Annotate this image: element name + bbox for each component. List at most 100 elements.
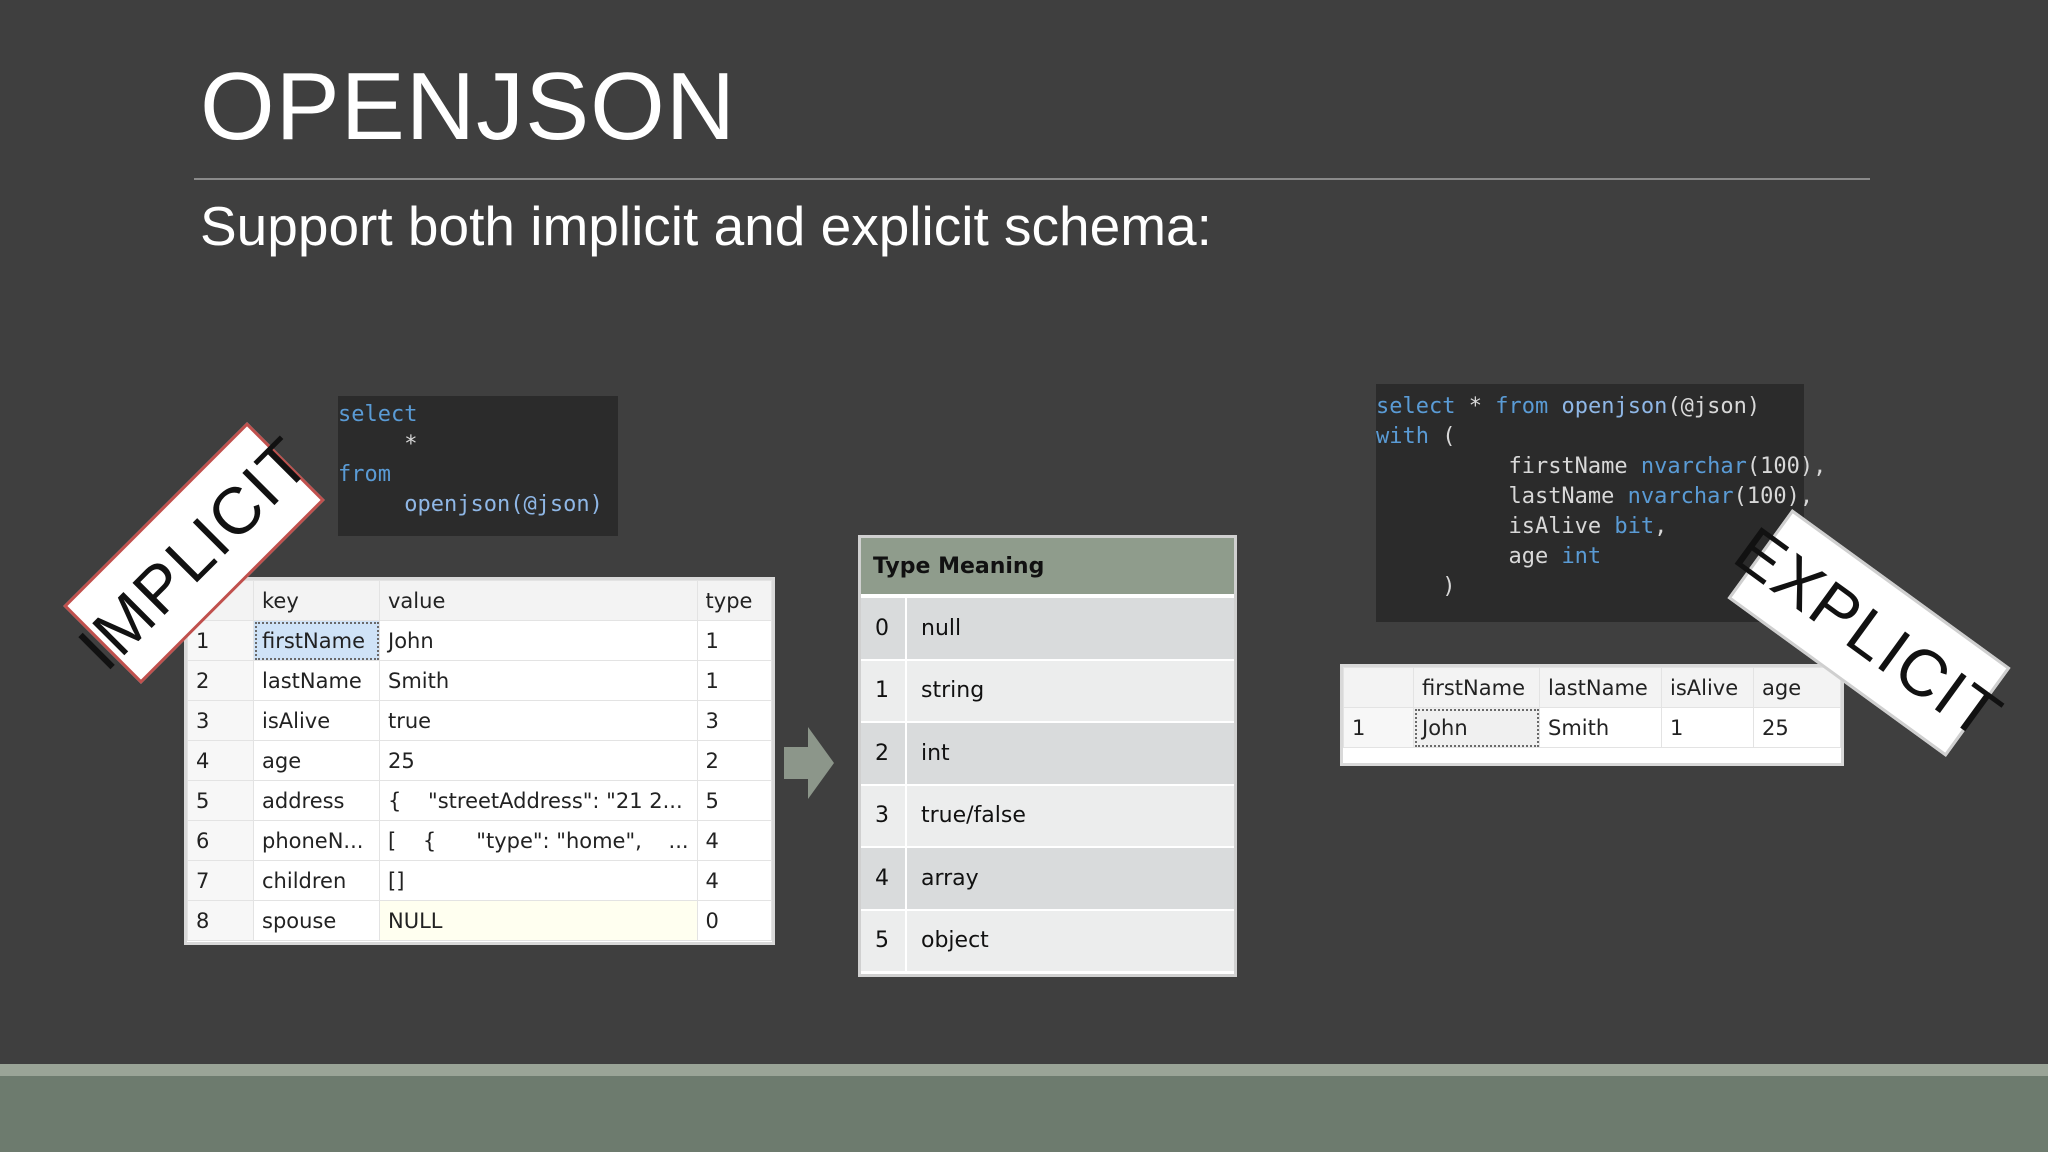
cell-value[interactable]: [ { "type": "home", ... bbox=[379, 820, 698, 861]
table-row[interactable]: 5 address { "streetAddress": "21 2... 5 bbox=[187, 780, 773, 821]
cell-key[interactable]: phoneN... bbox=[253, 820, 380, 861]
table-row[interactable]: 2 lastName Smith 1 bbox=[187, 660, 773, 701]
cell-age[interactable]: 25 bbox=[1753, 707, 1841, 748]
cell-value[interactable]: NULL bbox=[379, 900, 698, 941]
code-column-name: age bbox=[1508, 544, 1562, 569]
cell-firstname[interactable]: John bbox=[1413, 707, 1540, 748]
cell-type[interactable]: 5 bbox=[696, 780, 773, 821]
table-row[interactable]: 4 age 25 2 bbox=[187, 740, 773, 781]
explicit-results-grid[interactable]: firstName lastName isAlive age 1 John Sm… bbox=[1340, 664, 1844, 766]
type-meaning-header: Type Meaning bbox=[861, 538, 1234, 598]
grid-header-isalive[interactable]: isAlive bbox=[1661, 667, 1754, 708]
grid-header-firstname[interactable]: firstName bbox=[1413, 667, 1540, 708]
row-number[interactable]: 2 bbox=[187, 660, 254, 701]
grid-header-type[interactable]: type bbox=[696, 580, 773, 621]
cell-value[interactable]: John bbox=[379, 620, 698, 661]
type-meaning: string bbox=[921, 678, 985, 704]
cell-type[interactable]: 1 bbox=[696, 660, 773, 701]
grid-header-age[interactable]: age bbox=[1753, 667, 1841, 708]
type-row: 3 true/false bbox=[861, 785, 1234, 848]
cell-value[interactable]: 25 bbox=[379, 740, 698, 781]
type-meaning: object bbox=[921, 928, 989, 954]
cell-key[interactable]: lastName bbox=[253, 660, 380, 701]
row-number[interactable]: 5 bbox=[187, 780, 254, 821]
cell-key[interactable]: isAlive bbox=[253, 700, 380, 741]
type-meaning: int bbox=[921, 740, 950, 766]
type-code: 1 bbox=[861, 660, 907, 721]
cell-value[interactable]: { "streetAddress": "21 2... bbox=[379, 780, 698, 821]
cell-lastname[interactable]: Smith bbox=[1539, 707, 1662, 748]
title-divider bbox=[194, 178, 1870, 180]
code-column-type: nvarchar bbox=[1627, 484, 1734, 509]
code-column-rest: (100), bbox=[1733, 484, 1814, 509]
slide-title: OPENJSON bbox=[200, 53, 737, 160]
code-star: * bbox=[1455, 394, 1496, 419]
cell-type[interactable]: 3 bbox=[696, 700, 773, 741]
code-keyword-select: select bbox=[338, 402, 418, 427]
type-code: 2 bbox=[861, 723, 907, 784]
code-keyword-from: from bbox=[1495, 394, 1549, 419]
grid-header-key[interactable]: key bbox=[253, 580, 380, 621]
footer-bar bbox=[0, 1076, 2048, 1152]
cell-value[interactable]: true bbox=[379, 700, 698, 741]
cell-key[interactable]: firstName bbox=[253, 620, 380, 661]
type-code: 4 bbox=[861, 848, 907, 909]
code-column-name: firstName bbox=[1508, 454, 1641, 479]
cell-type[interactable]: 2 bbox=[696, 740, 773, 781]
cell-type[interactable]: 4 bbox=[696, 860, 773, 901]
code-function-openjson: openjson(@json) bbox=[404, 492, 603, 517]
code-keyword-from: from bbox=[338, 462, 391, 487]
type-row: 0 null bbox=[861, 598, 1234, 661]
table-row[interactable]: 1 firstName John 1 bbox=[187, 620, 773, 661]
type-row: 5 object bbox=[861, 910, 1234, 973]
cell-key[interactable]: children bbox=[253, 860, 380, 901]
type-code: 5 bbox=[861, 910, 907, 971]
row-number[interactable]: 3 bbox=[187, 700, 254, 741]
row-number[interactable]: 7 bbox=[187, 860, 254, 901]
type-code: 3 bbox=[861, 785, 907, 846]
cell-type[interactable]: 1 bbox=[696, 620, 773, 661]
type-meaning: true/false bbox=[921, 803, 1026, 829]
implicit-query-code: select * from openjson(@json) bbox=[338, 396, 618, 536]
type-row: 2 int bbox=[861, 723, 1234, 786]
code-function-openjson: openjson bbox=[1548, 394, 1668, 419]
type-meaning-body: 0 null 1 string 2 int 3 true/false 4 arr… bbox=[861, 598, 1234, 973]
cell-key[interactable]: age bbox=[253, 740, 380, 781]
implicit-results-grid[interactable]: key value type 1 firstName John 1 2 last… bbox=[184, 577, 775, 945]
table-row[interactable]: 7 children [] 4 bbox=[187, 860, 773, 901]
cell-key[interactable]: spouse bbox=[253, 900, 380, 941]
code-paren-close: ) bbox=[1442, 574, 1456, 599]
table-row[interactable]: 8 spouse NULL 0 bbox=[187, 900, 773, 941]
grid-header-value[interactable]: value bbox=[379, 580, 698, 621]
grid-header-lastname[interactable]: lastName bbox=[1539, 667, 1662, 708]
cell-type[interactable]: 4 bbox=[696, 820, 773, 861]
row-number[interactable]: 6 bbox=[187, 820, 254, 861]
cell-type[interactable]: 0 bbox=[696, 900, 773, 941]
table-row[interactable]: 1 John Smith 1 25 bbox=[1343, 707, 1841, 748]
type-meaning-table: Type Meaning 0 null 1 string 2 int 3 tru… bbox=[858, 535, 1237, 977]
code-column-rest: , bbox=[1654, 514, 1668, 539]
grid-header-row: key value type bbox=[187, 580, 773, 621]
cell-value[interactable]: Smith bbox=[379, 660, 698, 701]
code-column-type: nvarchar bbox=[1640, 454, 1747, 479]
row-number[interactable]: 8 bbox=[187, 900, 254, 941]
row-number[interactable]: 4 bbox=[187, 740, 254, 781]
slide-subtitle: Support both implicit and explicit schem… bbox=[200, 195, 1212, 257]
table-row[interactable]: 3 isAlive true 3 bbox=[187, 700, 773, 741]
code-column-type: int bbox=[1561, 544, 1602, 569]
code-column-rest: (100), bbox=[1746, 454, 1827, 479]
code-args: (@json) bbox=[1667, 394, 1761, 419]
grid-header-row: firstName lastName isAlive age bbox=[1343, 667, 1841, 708]
code-star: * bbox=[404, 432, 418, 457]
code-keyword-with: with bbox=[1376, 424, 1429, 449]
type-row: 1 string bbox=[861, 660, 1234, 723]
code-column-name: lastName bbox=[1508, 484, 1628, 509]
table-row[interactable]: 6 phoneN... [ { "type": "home", ... 4 bbox=[187, 820, 773, 861]
code-paren-open: ( bbox=[1428, 424, 1456, 449]
type-meaning: array bbox=[921, 865, 979, 891]
type-meaning: null bbox=[921, 615, 962, 641]
cell-value[interactable]: [] bbox=[379, 860, 698, 901]
cell-key[interactable]: address bbox=[253, 780, 380, 821]
cell-isalive[interactable]: 1 bbox=[1661, 707, 1754, 748]
row-number[interactable]: 1 bbox=[1343, 707, 1414, 748]
